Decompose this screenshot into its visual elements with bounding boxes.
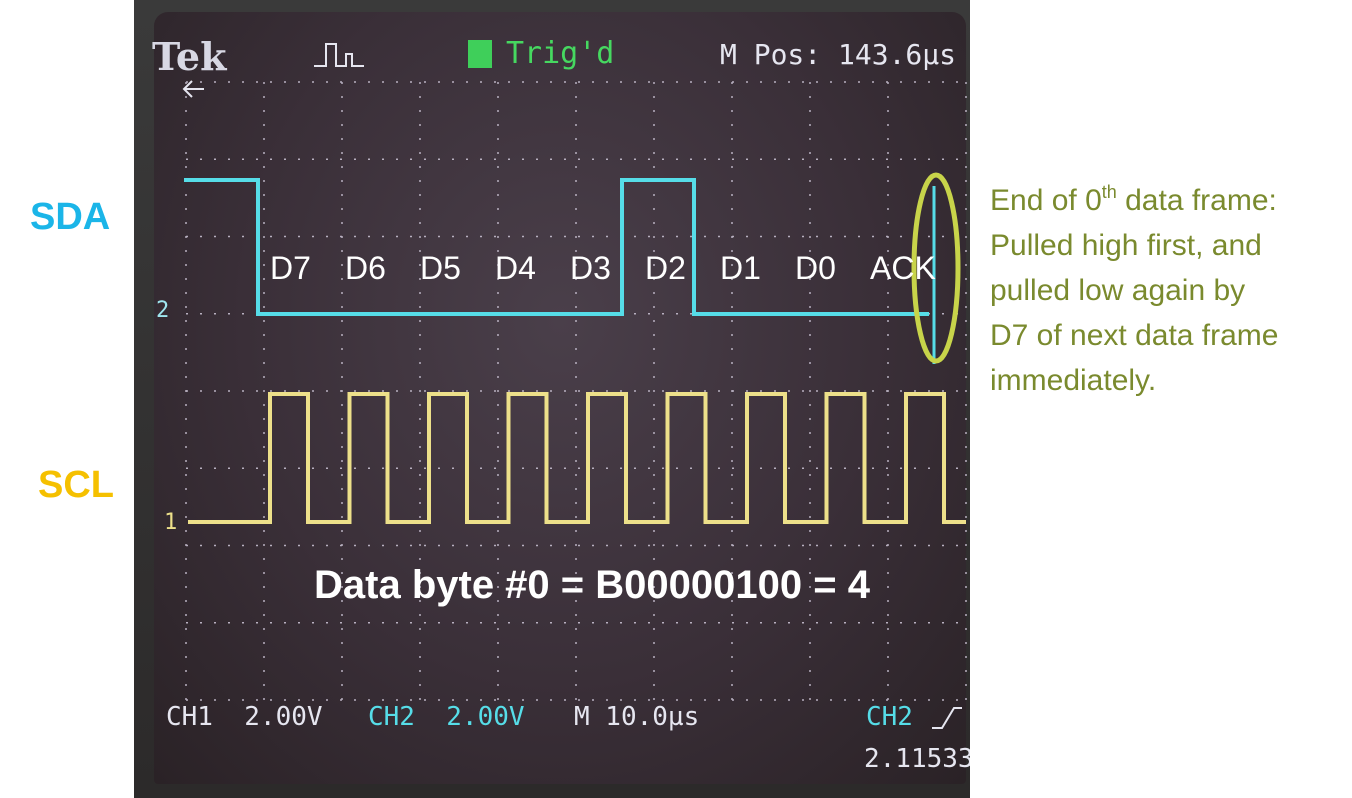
brand-logo: Tek <box>152 34 227 79</box>
frequency-readout: 2.11533k <box>864 744 970 774</box>
data-byte-caption: Data byte #0 = B00000100 = 4 <box>314 563 870 607</box>
ch2-scale: CH2 2.00V <box>368 702 525 732</box>
bit-label: D5 <box>420 250 461 286</box>
annotation-line-5: immediately. <box>990 364 1157 397</box>
annotation-line-2: Pulled high first, and <box>990 229 1262 262</box>
trigger-status-icon <box>468 40 492 68</box>
oscilloscope-display <box>184 81 967 701</box>
bit-label: D2 <box>645 250 686 286</box>
bit-label: D7 <box>270 250 311 286</box>
sda-trace <box>184 178 929 316</box>
annotation-line-3: pulled low again by <box>990 274 1246 307</box>
bit-label: D1 <box>720 250 761 286</box>
bit-label: D3 <box>570 250 611 286</box>
sda-label: SDA <box>30 196 111 238</box>
annotation-line-4: D7 of next data frame <box>990 319 1279 352</box>
trigger-status: Trig'd <box>506 36 615 71</box>
rising-edge-icon <box>932 707 962 729</box>
bit-label: D0 <box>795 250 836 286</box>
trigger-position-arrow-icon <box>182 80 204 98</box>
scl-label: SCL <box>38 464 114 506</box>
ch1-marker: 1 <box>164 510 178 535</box>
bit-label: D6 <box>345 250 386 286</box>
timebase: M 10.0µs <box>574 702 700 732</box>
scl-trace <box>188 392 966 524</box>
bit-label: D4 <box>495 250 536 286</box>
bit-label: ACK <box>870 250 936 286</box>
annotation-line-1: End of 0th data frame: <box>990 182 1277 217</box>
oscilloscope-photo: Tek Trig'd M Pos: 143.6µs 2 1 D7 D6 D5 D4 D3… <box>134 0 970 798</box>
trigger-source: CH2 <box>866 702 913 732</box>
m-position: M Pos: 143.6µs <box>720 38 957 71</box>
ch2-marker: 2 <box>156 298 170 323</box>
acquire-icon <box>314 43 364 67</box>
annotation-text: End of 0th data frame: Pulled high first… <box>990 178 1340 403</box>
ch1-scale: CH1 2.00V <box>166 702 323 732</box>
